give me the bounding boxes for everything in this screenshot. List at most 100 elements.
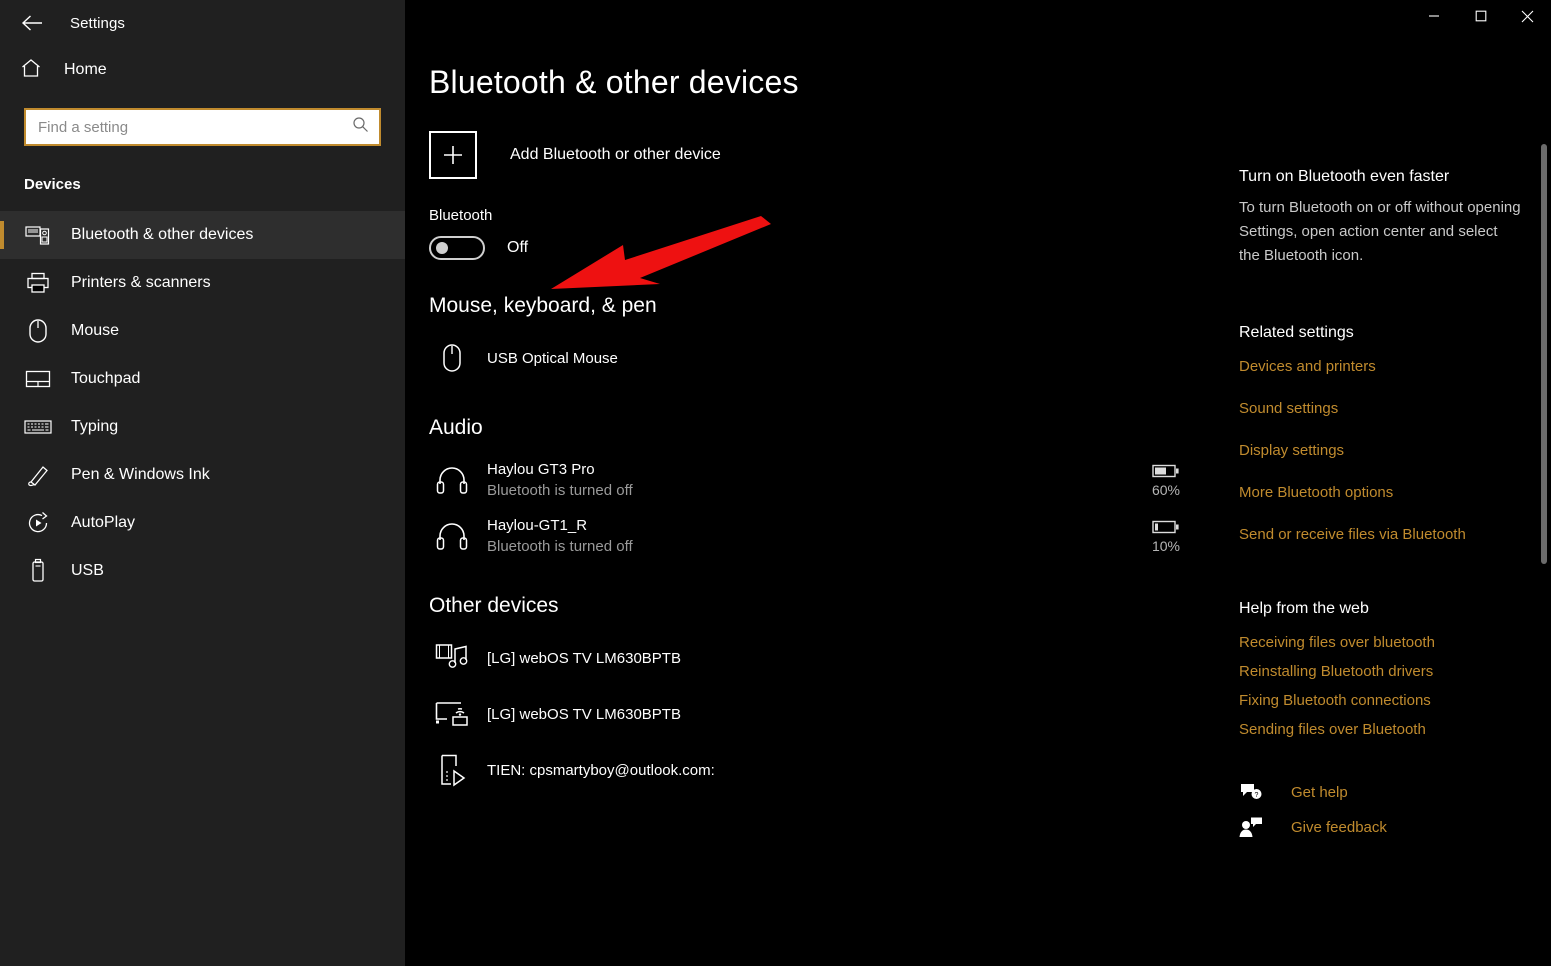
device-text: [LG] webOS TV LM630BPTB <box>487 704 1201 725</box>
get-help-button[interactable]: ? Get help <box>1239 782 1521 802</box>
phone-media-icon <box>429 753 475 787</box>
bluetooth-label: Bluetooth <box>429 207 493 224</box>
scrollbar-thumb[interactable] <box>1541 144 1547 564</box>
sidebar-category-label: Devices <box>24 176 81 193</box>
title-bar-left: Settings <box>0 0 405 46</box>
mouse-icon <box>24 317 52 345</box>
related-link-sound-settings[interactable]: Sound settings <box>1239 400 1521 417</box>
related-link-display-settings[interactable]: Display settings <box>1239 442 1521 459</box>
device-row[interactable]: Haylou GT3 Pro Bluetooth is turned off 6… <box>429 452 1221 508</box>
back-button[interactable] <box>8 3 56 43</box>
bluetooth-section: Bluetooth Off <box>429 207 1221 260</box>
main-pane: Bluetooth & other devices Add Bluetooth … <box>405 46 1221 966</box>
sidebar-item-bluetooth-other-devices[interactable]: Bluetooth & other devices <box>0 211 405 259</box>
title-bar: Settings <box>0 0 1551 46</box>
app-title: Settings <box>70 14 125 32</box>
device-group-mouse-keyboard-pen: Mouse, keyboard, & pen USB Optical Mouse <box>429 294 1221 386</box>
sidebar-item-home[interactable]: Home <box>20 50 405 90</box>
bluetooth-toggle[interactable] <box>429 236 485 260</box>
cast-display-icon <box>429 700 475 728</box>
device-name: Haylou-GT1_R <box>487 517 588 534</box>
battery-indicator: 10% <box>1131 519 1201 554</box>
tip-body: To turn Bluetooth on or off without open… <box>1239 199 1521 264</box>
device-name: Haylou GT3 Pro <box>487 461 595 478</box>
device-text: Haylou GT3 Pro Bluetooth is turned off <box>487 459 1131 501</box>
related-link-devices-and-printers[interactable]: Devices and printers <box>1239 358 1521 375</box>
sidebar-item-label: Typing <box>71 418 119 435</box>
battery-percent: 10% <box>1151 537 1181 554</box>
headphones-icon <box>429 521 475 551</box>
keyboard-icon <box>24 413 52 441</box>
search-icon <box>352 116 369 138</box>
help-link-receiving-files[interactable]: Receiving files over bluetooth <box>1239 634 1521 651</box>
related-settings-heading: Related settings <box>1239 324 1354 341</box>
usb-icon <box>24 557 52 585</box>
device-text: [LG] webOS TV LM630BPTB <box>487 648 1201 669</box>
help-from-web-heading: Help from the web <box>1239 600 1369 617</box>
maximize-button[interactable] <box>1457 0 1504 32</box>
device-name: [LG] webOS TV LM630BPTB <box>487 649 681 667</box>
vertical-scrollbar[interactable] <box>1541 46 1547 966</box>
close-button[interactable] <box>1504 0 1551 32</box>
device-row[interactable]: TIEN: cpsmartyboy@outlook.com: <box>429 742 1221 798</box>
device-row[interactable]: Haylou-GT1_R Bluetooth is turned off 10% <box>429 508 1221 564</box>
close-icon <box>1521 10 1534 22</box>
help-link-fixing-connections[interactable]: Fixing Bluetooth connections <box>1239 692 1521 709</box>
sidebar-item-label: Bluetooth & other devices <box>71 226 254 243</box>
sidebar-item-printers-scanners[interactable]: Printers & scanners <box>0 259 405 307</box>
sidebar-item-usb[interactable]: USB <box>0 547 405 595</box>
sidebar-item-label: Mouse <box>71 322 120 339</box>
battery-icon <box>1152 464 1179 477</box>
add-bluetooth-device-label: Add Bluetooth or other device <box>510 146 721 163</box>
sidebar-item-typing[interactable]: Typing <box>0 403 405 451</box>
related-link-more-bluetooth-options[interactable]: More Bluetooth options <box>1239 484 1521 501</box>
toggle-knob <box>436 242 448 254</box>
get-help-icon: ? <box>1239 782 1269 802</box>
search-box[interactable] <box>24 108 381 146</box>
device-group-other-devices: Other devices [LG] webOS TV LM630BPTB [L… <box>429 594 1221 798</box>
search-input[interactable] <box>38 118 352 136</box>
device-text: TIEN: cpsmartyboy@outlook.com: <box>487 760 1201 781</box>
battery-indicator: 60% <box>1131 463 1201 498</box>
media-device-icon <box>429 642 475 674</box>
related-link-send-receive-files[interactable]: Send or receive files via Bluetooth <box>1239 526 1521 543</box>
device-row[interactable]: [LG] webOS TV LM630BPTB <box>429 686 1221 742</box>
sidebar-item-home-label: Home <box>64 61 107 78</box>
minimize-icon <box>1428 15 1439 17</box>
device-status: Bluetooth is turned off <box>487 482 633 499</box>
give-feedback-button[interactable]: Give feedback <box>1239 816 1521 838</box>
right-panel: Turn on Bluetooth even faster To turn Bl… <box>1221 46 1551 966</box>
help-link-sending-files[interactable]: Sending files over Bluetooth <box>1239 721 1521 738</box>
device-row[interactable]: USB Optical Mouse <box>429 330 1221 386</box>
group-heading: Other devices <box>429 594 559 617</box>
add-bluetooth-device-button[interactable]: Add Bluetooth or other device <box>429 131 721 179</box>
sidebar-item-label: Pen & Windows Ink <box>71 466 210 483</box>
bluetooth-toggle-row: Off <box>429 236 1221 260</box>
minimize-button[interactable] <box>1410 0 1457 32</box>
device-name: USB Optical Mouse <box>487 349 618 367</box>
sidebar-item-pen-windows-ink[interactable]: Pen & Windows Ink <box>0 451 405 499</box>
mouse-icon <box>429 343 475 373</box>
device-name: TIEN: cpsmartyboy@outlook.com: <box>487 761 715 779</box>
device-text: Haylou-GT1_R Bluetooth is turned off <box>487 515 1131 557</box>
touchpad-icon <box>24 365 52 393</box>
help-link-reinstalling-drivers[interactable]: Reinstalling Bluetooth drivers <box>1239 663 1521 680</box>
settings-window: Settings Home Find a setting Devices Blu… <box>0 0 1551 966</box>
battery-percent: 60% <box>1151 481 1181 498</box>
page-title: Bluetooth & other devices <box>429 64 799 100</box>
window-controls <box>1410 0 1551 32</box>
device-row[interactable]: [LG] webOS TV LM630BPTB <box>429 630 1221 686</box>
home-icon <box>20 57 42 84</box>
give-feedback-icon <box>1239 816 1269 838</box>
device-text: USB Optical Mouse <box>487 348 1201 369</box>
device-group-audio: Audio Haylou GT3 Pro Bluetooth is turned <box>429 416 1221 564</box>
sidebar-item-touchpad[interactable]: Touchpad <box>0 355 405 403</box>
sidebar-item-mouse[interactable]: Mouse <box>0 307 405 355</box>
headphones-icon <box>429 465 475 495</box>
device-status: Bluetooth is turned off <box>487 538 633 555</box>
sidebar-item-autoplay[interactable]: AutoPlay <box>0 499 405 547</box>
title-bar-right <box>405 0 1551 46</box>
device-name: [LG] webOS TV LM630BPTB <box>487 705 681 723</box>
sidebar-item-label: USB <box>71 562 104 579</box>
